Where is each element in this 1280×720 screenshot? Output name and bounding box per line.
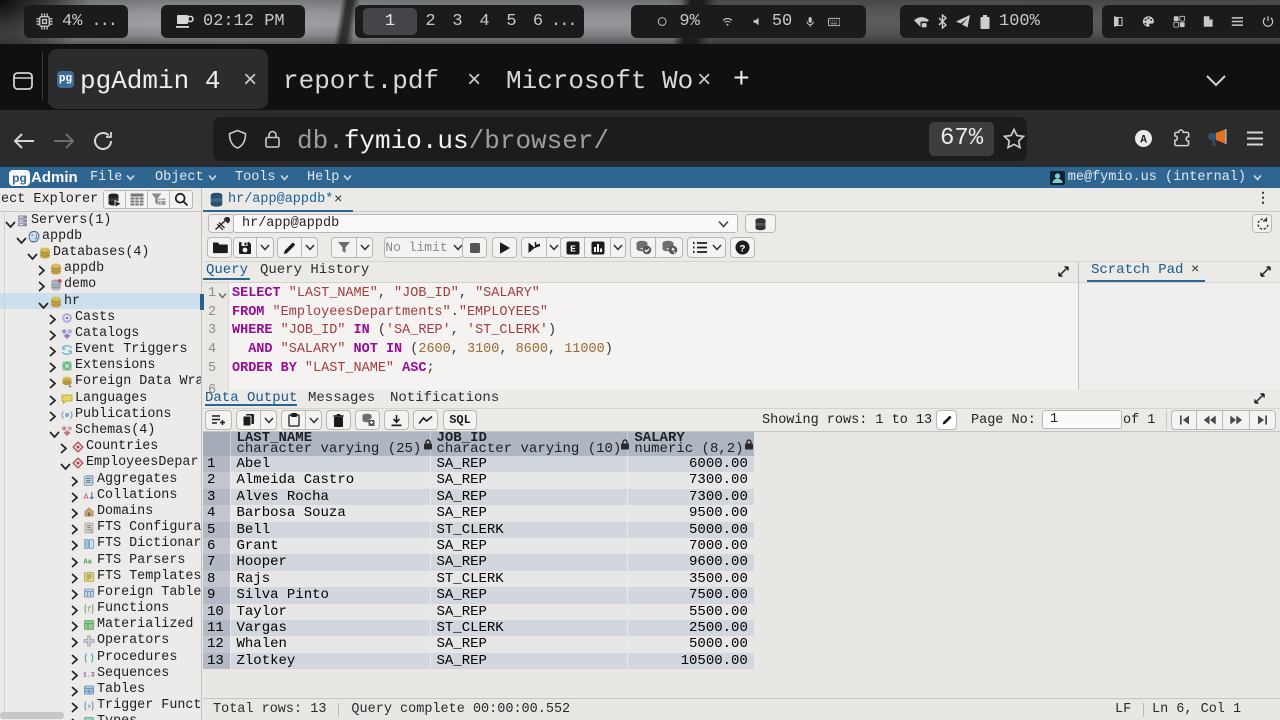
svg-text:A: A [1140, 135, 1147, 147]
svg-text:A: A [84, 492, 90, 502]
svg-text:Aa: Aa [84, 558, 93, 566]
svg-text:?: ? [739, 244, 745, 255]
svg-text:f: f [87, 606, 92, 615]
svg-text:1.3: 1.3 [83, 671, 95, 678]
svg-text:E: E [570, 243, 576, 254]
